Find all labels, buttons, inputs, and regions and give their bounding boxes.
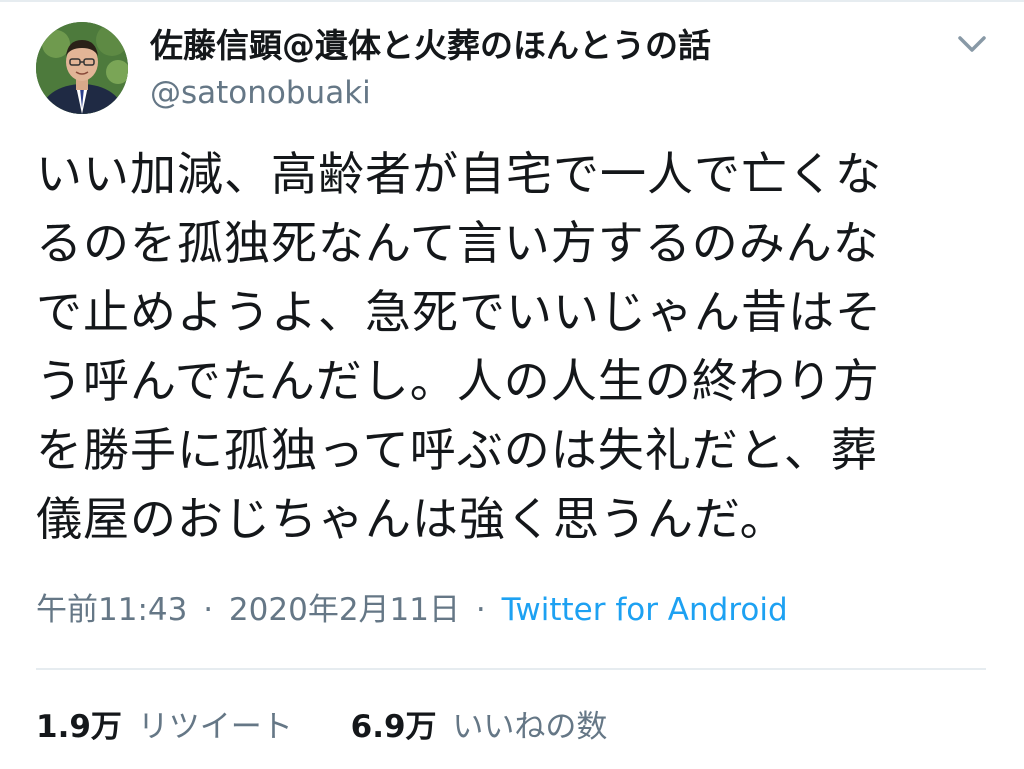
tweet-text-line: う呼んでたんだし。人の人生の終わり方 xyxy=(36,354,880,408)
retweet-count: 1.9万 xyxy=(36,709,122,745)
tweet-text-line: 儀屋のおじちゃんは強く思うんだ。 xyxy=(36,492,787,546)
tweet-text-line: で止めようよ、急死でいいじゃん昔はそ xyxy=(36,285,882,339)
tweet-meta: 午前11:43 · 2020年2月11日 · Twitter for Andro… xyxy=(36,585,788,635)
tweet-source-link[interactable]: Twitter for Android xyxy=(502,592,788,628)
meta-separator: · xyxy=(203,592,214,628)
tweet-text-line: るのを孤独死なんて言い方するのみんな xyxy=(36,216,880,270)
author-display-name[interactable]: 佐藤信顕@遺体と火葬のほんとうの話 xyxy=(150,24,711,68)
like-label: いいねの数 xyxy=(452,709,608,745)
tweet-text: いい加減、高齢者が自宅で一人で亡くな るのを孤独死なんて言い方するのみんな で止… xyxy=(36,140,996,554)
top-divider xyxy=(0,0,1024,2)
tweet-time[interactable]: 午前11:43 xyxy=(36,592,187,628)
avatar[interactable] xyxy=(36,22,128,114)
tweet-text-line: いい加減、高齢者が自宅で一人で亡くな xyxy=(36,147,882,201)
profile-photo xyxy=(36,22,128,114)
tweet-text-line: を勝手に孤独って呼ぶのは失礼だと、葬 xyxy=(36,423,878,477)
tweet-stats: 1.9万 リツイート 6.9万 いいねの数 xyxy=(36,702,655,752)
tweet-date[interactable]: 2020年2月11日 xyxy=(229,592,460,628)
like-count: 6.9万 xyxy=(350,709,437,745)
retweet-stat[interactable]: 1.9万 リツイート xyxy=(36,702,293,752)
like-stat[interactable]: 6.9万 いいねの数 xyxy=(351,702,608,752)
meta-separator: · xyxy=(475,592,486,628)
stats-divider xyxy=(36,668,986,670)
retweet-label: リツイート xyxy=(137,709,293,745)
chevron-down-icon[interactable] xyxy=(950,26,994,62)
author-handle[interactable]: @satonobuaki xyxy=(150,72,371,114)
tweet-card: 佐藤信顕@遺体と火葬のほんとうの話 @satonobuaki いい加減、高齢者が… xyxy=(0,0,1024,769)
